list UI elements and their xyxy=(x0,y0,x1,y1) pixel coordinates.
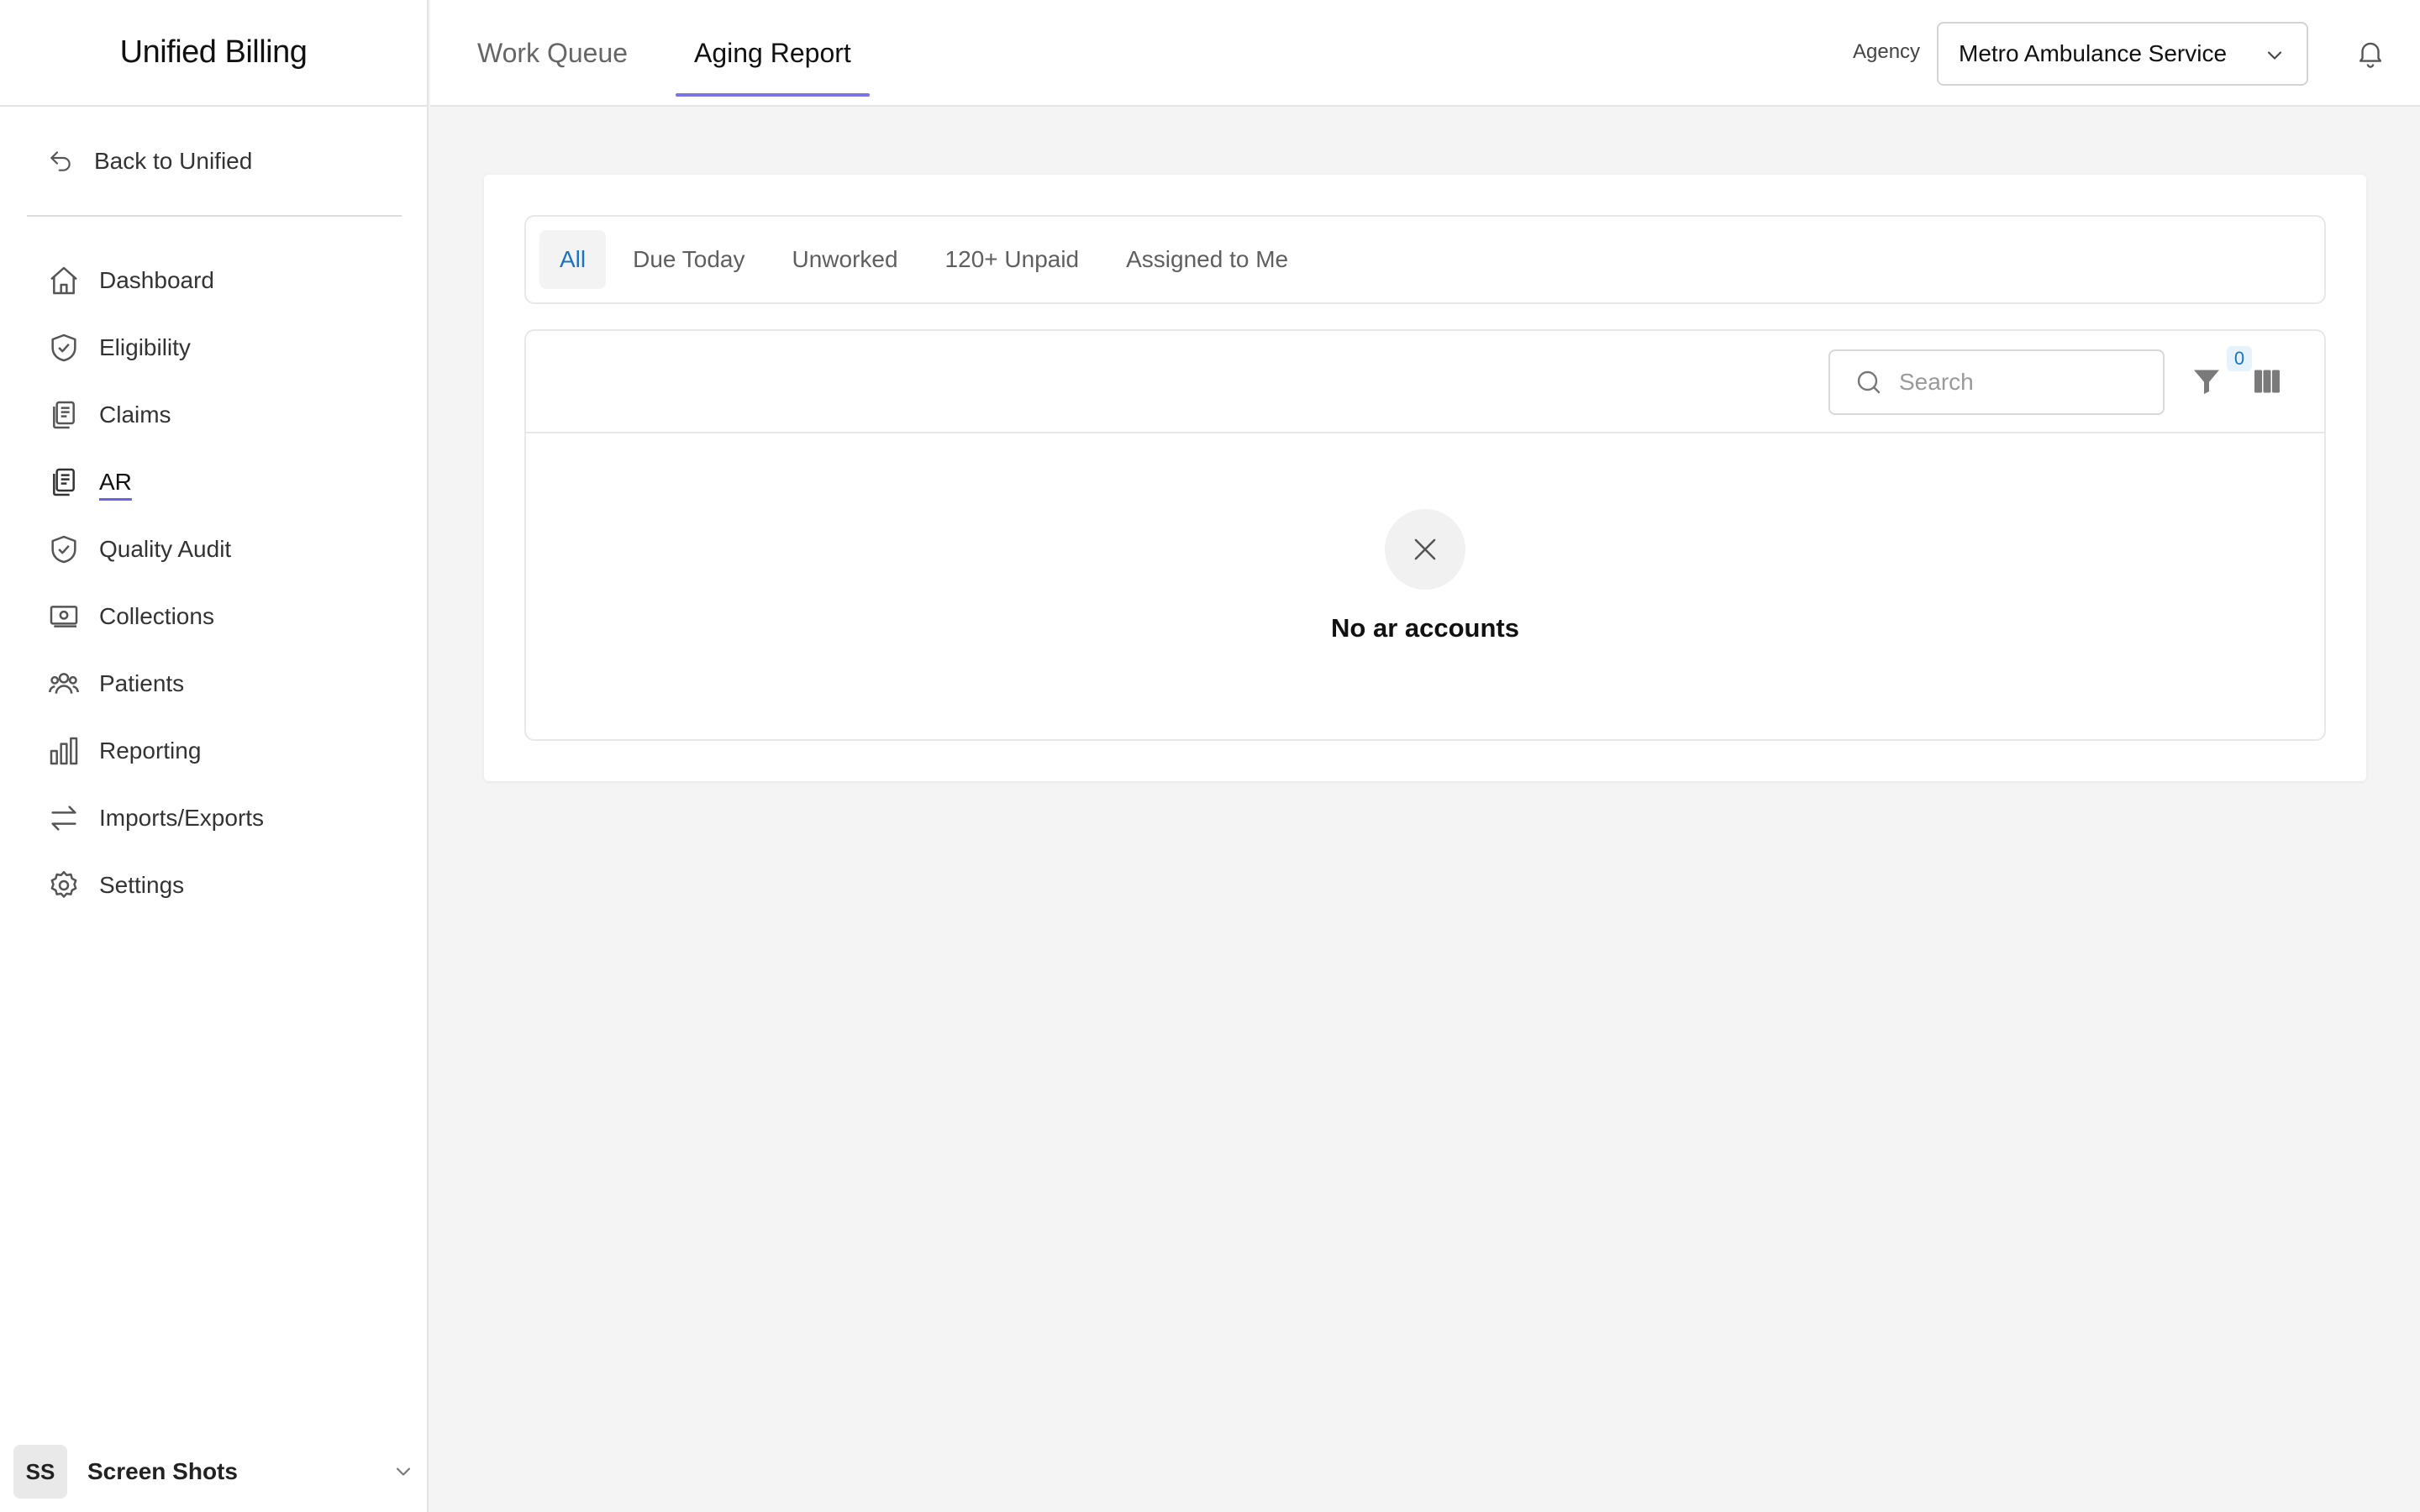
back-arrow-icon xyxy=(50,151,71,171)
sidebar: Unified Billing Back to Unified Dashboar… xyxy=(0,0,429,1512)
documents-icon xyxy=(53,468,75,496)
tab-label: Work Queue xyxy=(477,38,629,68)
user-menu[interactable]: SS Screen Shots xyxy=(13,1445,415,1499)
back-to-unified-link[interactable]: Back to Unified xyxy=(47,148,252,175)
sidebar-item-reporting[interactable]: Reporting xyxy=(0,717,427,785)
sidebar-item-imports-exports[interactable]: Imports/Exports xyxy=(0,785,427,852)
avatar: SS xyxy=(13,1445,67,1499)
tab-aging-report[interactable]: Aging Report xyxy=(676,0,870,107)
columns-icon[interactable] xyxy=(2252,366,2282,396)
sidebar-nav: Dashboard Eligibility Claims AR Quality … xyxy=(0,247,427,919)
cash-icon xyxy=(50,606,78,627)
filter-tab-120-unpaid[interactable]: 120+ Unpaid xyxy=(925,230,1100,289)
sidebar-item-claims[interactable]: Claims xyxy=(0,381,427,449)
sidebar-item-dashboard[interactable]: Dashboard xyxy=(0,247,427,314)
filter-tab-all[interactable]: All xyxy=(539,230,607,289)
search-box[interactable] xyxy=(1828,349,2165,415)
back-to-unified-label: Back to Unified xyxy=(94,148,253,174)
sidebar-item-eligibility[interactable]: Eligibility xyxy=(0,314,427,381)
documents-icon xyxy=(53,401,75,429)
empty-state-icon-circle xyxy=(1385,509,1465,590)
user-name: Screen Shots xyxy=(87,1458,238,1484)
filter-icon[interactable] xyxy=(2191,365,2222,398)
chevron-down-icon xyxy=(2267,51,2282,60)
close-icon xyxy=(1414,538,1436,560)
sidebar-item-label: Patients xyxy=(99,670,185,696)
bell-icon[interactable] xyxy=(2354,37,2386,69)
sidebar-item-label: Reporting xyxy=(99,738,202,764)
sidebar-item-settings[interactable]: Settings xyxy=(0,852,427,919)
gear-icon xyxy=(50,870,77,898)
tab-label: Aging Report xyxy=(694,38,851,68)
sidebar-divider xyxy=(27,215,402,217)
sidebar-item-label: Dashboard xyxy=(99,267,214,293)
sidebar-item-collections[interactable]: Collections xyxy=(0,583,427,650)
bar-chart-icon xyxy=(50,737,78,765)
tab-work-queue[interactable]: Work Queue xyxy=(477,0,628,107)
search-input[interactable] xyxy=(1899,369,2151,396)
filter-tabs: All Due Today Unworked 120+ Unpaid Assig… xyxy=(524,215,2326,304)
arrows-left-right-icon xyxy=(51,806,76,831)
sidebar-item-label: Imports/Exports xyxy=(99,805,265,831)
aging-report-card: All Due Today Unworked 120+ Unpaid Assig… xyxy=(484,175,2366,781)
filter-tab-unworked[interactable]: Unworked xyxy=(771,230,918,289)
active-tab-indicator xyxy=(676,93,870,97)
sidebar-item-label: Settings xyxy=(99,872,185,898)
agency-label: Agency xyxy=(1853,40,1921,63)
empty-state: No ar accounts xyxy=(526,433,2324,741)
sidebar-item-quality-audit[interactable]: Quality Audit xyxy=(0,516,427,583)
sidebar-item-label: AR xyxy=(99,469,132,495)
accounts-table-panel: 0 No ar accounts xyxy=(524,329,2326,741)
sidebar-item-label: Collections xyxy=(99,603,214,629)
filter-tab-assigned-to-me[interactable]: Assigned to Me xyxy=(1106,230,1308,289)
agency-select[interactable]: Metro Ambulance Service xyxy=(1937,22,2308,86)
home-icon xyxy=(50,266,77,295)
search-icon xyxy=(1857,370,1881,394)
users-icon xyxy=(49,673,79,694)
top-bar: Work Queue Aging Report Agency Metro Amb… xyxy=(430,0,2420,107)
shield-check-icon xyxy=(51,535,76,564)
sidebar-item-label: Claims xyxy=(99,402,171,428)
filter-tab-due-today[interactable]: Due Today xyxy=(613,230,765,289)
table-toolbar: 0 xyxy=(526,331,2324,433)
app-title: Unified Billing xyxy=(0,0,427,107)
sidebar-item-label: Eligibility xyxy=(99,334,191,360)
agency-selected-value: Metro Ambulance Service xyxy=(1959,40,2228,66)
sidebar-item-label: Quality Audit xyxy=(99,536,232,562)
sidebar-item-ar[interactable]: AR xyxy=(0,449,427,516)
filter-count-badge: 0 xyxy=(2227,346,2252,371)
sidebar-item-patients[interactable]: Patients xyxy=(0,650,427,717)
empty-state-message: No ar accounts xyxy=(1331,613,1519,643)
chevron-down-icon xyxy=(396,1467,411,1476)
shield-check-icon xyxy=(51,333,76,362)
